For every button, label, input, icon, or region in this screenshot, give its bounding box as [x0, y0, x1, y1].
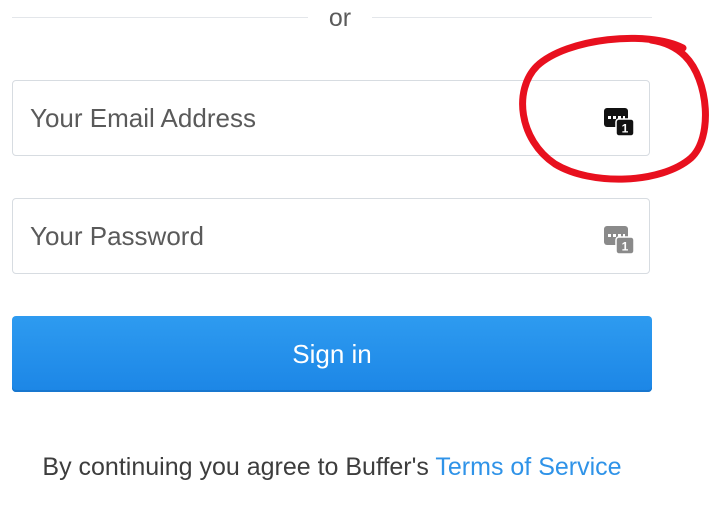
signin-form: or 1 1 Sign in By continuing you agree t… — [0, 0, 710, 523]
email-input[interactable] — [13, 81, 590, 155]
terms-prefix: By continuing you agree to Buffer's — [42, 453, 436, 481]
password-manager-badge: 1 — [622, 240, 629, 254]
email-field: 1 — [12, 80, 650, 156]
sign-in-button[interactable]: Sign in — [12, 316, 652, 392]
password-manager-badge: 1 — [622, 122, 629, 136]
terms-notice: By continuing you agree to Buffer's Term… — [30, 444, 634, 490]
password-field: 1 — [12, 198, 650, 274]
password-manager-icon[interactable]: 1 — [603, 105, 635, 137]
divider-line-right — [372, 17, 652, 18]
divider-line-left — [12, 17, 308, 18]
terms-of-service-link[interactable]: Terms of Service — [435, 453, 621, 481]
divider-or-label: or — [328, 4, 352, 32]
password-input[interactable] — [13, 199, 590, 273]
password-manager-icon[interactable]: 1 — [603, 223, 635, 255]
